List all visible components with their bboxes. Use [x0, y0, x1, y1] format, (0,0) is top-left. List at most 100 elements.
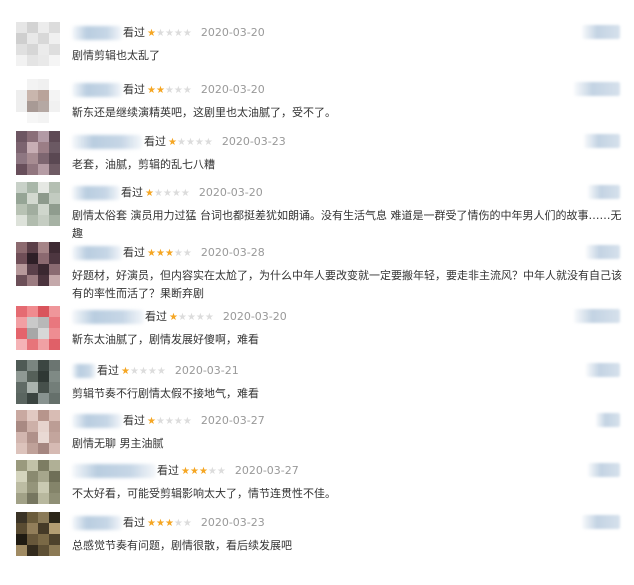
watched-label: 看过 — [123, 83, 145, 96]
avatar-mosaic-tile — [38, 253, 49, 264]
rating-stars: ★★★★★ — [181, 466, 226, 477]
rating-stars: ★★★★★ — [147, 28, 192, 39]
avatar-mosaic-tile — [38, 22, 49, 33]
avatar[interactable] — [16, 306, 60, 350]
review-meta: 看过 ★★★★★ 2020-03-27 — [157, 463, 299, 480]
rating-stars: ★★★★★ — [147, 85, 192, 96]
avatar-mosaic-tile — [16, 33, 27, 44]
username[interactable] — [72, 516, 122, 530]
avatar-mosaic-tile — [27, 523, 38, 534]
avatar-mosaic-tile — [27, 33, 38, 44]
username[interactable] — [72, 246, 122, 260]
avatar-mosaic-tile — [27, 44, 38, 55]
avatar-mosaic-tile — [49, 164, 60, 175]
avatar-mosaic-tile — [16, 142, 27, 153]
watched-label: 看过 — [97, 364, 119, 377]
useful-vote[interactable] — [582, 25, 620, 39]
avatar-mosaic-tile — [27, 242, 38, 253]
avatar-mosaic-tile — [27, 264, 38, 275]
avatar-mosaic-tile — [16, 253, 27, 264]
star-icon: ★ — [145, 188, 154, 199]
username[interactable] — [72, 186, 120, 200]
star-icon: ★ — [171, 188, 181, 199]
avatar[interactable] — [16, 22, 60, 66]
avatar-mosaic-tile — [16, 421, 27, 432]
username[interactable] — [72, 135, 142, 149]
star-icon: ★ — [204, 312, 214, 323]
rating-stars: ★★★★★ — [147, 518, 192, 529]
avatar-mosaic-tile — [38, 90, 49, 101]
star-icon: ★ — [147, 416, 156, 427]
avatar-mosaic-tile — [16, 443, 27, 454]
avatar-mosaic-tile — [49, 90, 60, 101]
avatar-mosaic-tile — [38, 142, 49, 153]
avatar-mosaic-tile — [49, 264, 60, 275]
avatar[interactable] — [16, 360, 60, 404]
useful-vote[interactable] — [584, 134, 620, 148]
avatar-mosaic-tile — [49, 482, 60, 493]
avatar-mosaic-tile — [27, 545, 38, 556]
avatar-mosaic-tile — [38, 493, 49, 504]
username[interactable] — [72, 26, 122, 40]
username[interactable] — [72, 364, 96, 378]
review-meta: 看过 ★★★★★ 2020-03-20 — [123, 25, 265, 42]
avatar-mosaic-tile — [38, 471, 49, 482]
avatar-mosaic-tile — [49, 545, 60, 556]
avatar-mosaic-tile — [38, 306, 49, 317]
useful-vote[interactable] — [586, 245, 620, 259]
avatar-mosaic-tile — [38, 432, 49, 443]
watched-label: 看过 — [144, 135, 166, 148]
avatar[interactable] — [16, 182, 60, 226]
review-text: 老套，油腻，剪辑的乱七八糟 — [72, 158, 215, 171]
avatar[interactable] — [16, 79, 60, 123]
avatar-mosaic-tile — [27, 360, 38, 371]
review-meta: 看过 ★★★★★ 2020-03-20 — [145, 309, 287, 326]
useful-vote[interactable] — [586, 363, 620, 377]
useful-vote[interactable] — [582, 515, 620, 529]
star-icon: ★ — [216, 466, 226, 477]
avatar-mosaic-tile — [27, 443, 38, 454]
avatar-mosaic-tile — [27, 153, 38, 164]
avatar-mosaic-tile — [27, 142, 38, 153]
avatar-mosaic-tile — [16, 339, 27, 350]
avatar-mosaic-tile — [27, 22, 38, 33]
avatar[interactable] — [16, 512, 60, 556]
avatar-mosaic-tile — [49, 339, 60, 350]
avatar-mosaic-tile — [16, 534, 27, 545]
review-date: 2020-03-20 — [200, 26, 265, 39]
username[interactable] — [72, 83, 122, 97]
avatar-mosaic-tile — [38, 55, 49, 66]
star-icon: ★ — [164, 28, 174, 39]
useful-vote[interactable] — [574, 309, 620, 323]
review-meta: 看过 ★★★★★ 2020-03-27 — [123, 413, 265, 430]
useful-vote[interactable] — [574, 82, 620, 96]
avatar-mosaic-tile — [49, 275, 60, 286]
avatar[interactable] — [16, 131, 60, 175]
star-icon: ★ — [173, 248, 183, 259]
username[interactable] — [72, 310, 144, 324]
star-icon: ★ — [182, 248, 192, 259]
avatar[interactable] — [16, 460, 60, 504]
avatar[interactable] — [16, 242, 60, 286]
star-icon: ★ — [168, 137, 177, 148]
username[interactable] — [72, 414, 122, 428]
avatar-mosaic-tile — [38, 204, 49, 215]
avatar-mosaic-tile — [27, 421, 38, 432]
avatar-mosaic-tile — [27, 393, 38, 404]
avatar-mosaic-tile — [27, 534, 38, 545]
review-date: 2020-03-28 — [200, 246, 265, 259]
useful-vote[interactable] — [588, 463, 620, 477]
avatar-mosaic-tile — [16, 112, 27, 123]
useful-vote[interactable] — [596, 413, 620, 427]
avatar-mosaic-tile — [49, 460, 60, 471]
username[interactable] — [72, 464, 156, 478]
avatar-mosaic-tile — [38, 460, 49, 471]
avatar-mosaic-tile — [16, 242, 27, 253]
rating-stars: ★★★★★ — [168, 137, 213, 148]
star-icon: ★ — [186, 312, 196, 323]
review-text: 靳东太油腻了，剧情发展好傻啊，难看 — [72, 333, 259, 346]
avatar[interactable] — [16, 410, 60, 454]
avatar-mosaic-tile — [38, 443, 49, 454]
useful-vote[interactable] — [588, 185, 620, 199]
avatar-mosaic-tile — [38, 153, 49, 164]
